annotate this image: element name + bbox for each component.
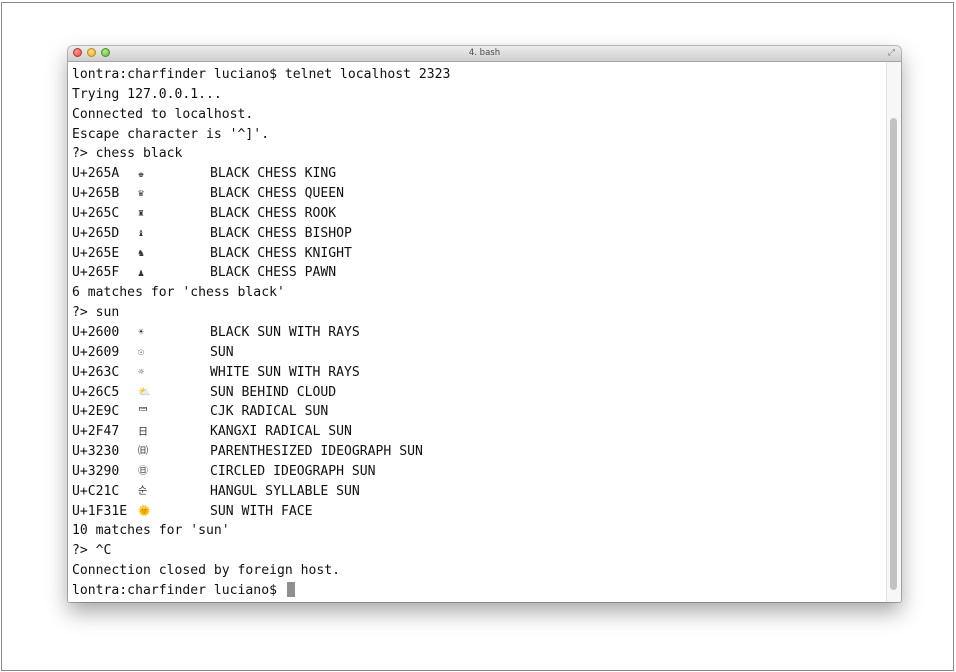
character-name: BLACK CHESS QUEEN <box>210 186 345 202</box>
character-name: PARENTHESIZED IDEOGRAPH SUN <box>210 444 423 460</box>
title-bar[interactable]: 4. bash ⤢ <box>68 46 901 62</box>
character-glyph: 순 <box>138 486 148 498</box>
codepoint: U+3230 <box>72 444 120 460</box>
character-name: SUN WITH FACE <box>210 503 313 519</box>
character-name: BLACK CHESS ROOK <box>210 205 337 221</box>
result-row: U+263C ☼ WHITE SUN WITH RAYS <box>72 363 887 383</box>
result-row: U+26C5 ⛅ SUN BEHIND CLOUD <box>72 383 887 403</box>
terminal-line: 6 matches for 'chess black' <box>72 285 285 301</box>
codepoint: U+C21C <box>72 483 120 499</box>
codepoint: U+2609 <box>72 344 120 360</box>
codepoint: U+263C <box>72 364 120 380</box>
character-name: HANGUL SYLLABLE SUN <box>210 483 360 499</box>
terminal-line: ?> chess black <box>72 146 183 162</box>
terminal-window: 4. bash ⤢ lontra:charfinder luciano$ tel… <box>68 46 901 602</box>
character-glyph: ♜ <box>138 208 145 220</box>
page-frame: 4. bash ⤢ lontra:charfinder luciano$ tel… <box>1 2 954 671</box>
codepoint: U+2600 <box>72 324 120 340</box>
codepoint: U+265E <box>72 245 120 261</box>
terminal-line: Connection closed by foreign host. <box>72 563 341 579</box>
result-row: U+2F47 ⽇ KANGXI RADICAL SUN <box>72 422 887 442</box>
character-glyph: ⺜ <box>138 406 148 418</box>
character-glyph: ♞ <box>138 248 145 260</box>
character-name: BLACK CHESS PAWN <box>210 265 337 281</box>
codepoint: U+265B <box>72 186 120 202</box>
vertical-scrollbar[interactable] <box>886 62 901 602</box>
result-row: U+265F ♟ BLACK CHESS PAWN <box>72 263 887 283</box>
codepoint: U+265F <box>72 265 120 281</box>
result-row: U+3290 ㊐ CIRCLED IDEOGRAPH SUN <box>72 462 887 482</box>
character-glyph: ♝ <box>138 228 145 240</box>
result-row: U+1F31E 🌞 SUN WITH FACE <box>72 502 887 522</box>
shell-prompt-line: lontra:charfinder luciano$ <box>72 581 887 601</box>
result-row: U+2609 ☉ SUN <box>72 343 887 363</box>
terminal-output[interactable]: lontra:charfinder luciano$ telnet localh… <box>68 62 887 602</box>
character-glyph: ♟ <box>138 267 145 279</box>
character-glyph: ⽇ <box>138 426 148 438</box>
character-glyph: ⛅ <box>138 386 151 398</box>
result-row: U+3230 ㈰ PARENTHESIZED IDEOGRAPH SUN <box>72 442 887 462</box>
character-glyph: ☀ <box>138 327 145 339</box>
character-name: SUN BEHIND CLOUD <box>210 384 337 400</box>
result-row: U+C21C 순 HANGUL SYLLABLE SUN <box>72 482 887 502</box>
character-name: WHITE SUN WITH RAYS <box>210 364 360 380</box>
character-glyph: ☉ <box>138 347 145 359</box>
codepoint: U+265C <box>72 205 120 221</box>
character-name: BLACK SUN WITH RAYS <box>210 324 360 340</box>
result-row: U+2600 ☀ BLACK SUN WITH RAYS <box>72 323 887 343</box>
terminal-line: lontra:charfinder luciano$ telnet localh… <box>72 67 451 82</box>
terminal-line: ?> sun <box>72 305 120 321</box>
text-cursor <box>286 581 295 597</box>
terminal-line: Trying 127.0.0.1... <box>72 86 222 102</box>
window-title: 4. bash <box>468 48 501 58</box>
codepoint: U+2F47 <box>72 424 120 440</box>
codepoint: U+265A <box>72 166 120 182</box>
terminal-line: Connected to localhost. <box>72 106 254 122</box>
scrollbar-thumb[interactable] <box>890 118 897 590</box>
character-glyph: 🌞 <box>138 505 151 517</box>
codepoint: U+2E9C <box>72 404 120 420</box>
shell-prompt: lontra:charfinder luciano$ <box>72 582 285 598</box>
terminal-line: 10 matches for 'sun' <box>72 523 230 539</box>
character-name: BLACK CHESS KING <box>210 166 337 182</box>
codepoint: U+3290 <box>72 463 120 479</box>
codepoint: U+26C5 <box>72 384 120 400</box>
character-glyph: ㈰ <box>138 446 148 458</box>
result-row: U+265D ♝ BLACK CHESS BISHOP <box>72 224 887 244</box>
character-name: BLACK CHESS BISHOP <box>210 225 352 241</box>
character-glyph: ☼ <box>138 367 145 379</box>
character-name: CIRCLED IDEOGRAPH SUN <box>210 463 376 479</box>
terminal-line: ?> ^C <box>72 543 112 559</box>
codepoint: U+265D <box>72 225 120 241</box>
result-row: U+265A ♚ BLACK CHESS KING <box>72 164 887 184</box>
character-name: BLACK CHESS KNIGHT <box>210 245 352 261</box>
character-name: CJK RADICAL SUN <box>210 404 329 420</box>
result-row: U+265E ♞ BLACK CHESS KNIGHT <box>72 244 887 264</box>
codepoint: U+1F31E <box>72 503 128 519</box>
character-name: KANGXI RADICAL SUN <box>210 424 352 440</box>
character-glyph: ♛ <box>138 188 145 200</box>
character-name: SUN <box>210 344 234 360</box>
result-row: U+265C ♜ BLACK CHESS ROOK <box>72 204 887 224</box>
result-row: U+265B ♛ BLACK CHESS QUEEN <box>72 184 887 204</box>
result-row: U+2E9C ⺜ CJK RADICAL SUN <box>72 402 887 422</box>
terminal-line: Escape character is '^]'. <box>72 126 270 142</box>
character-glyph: ㊐ <box>138 466 148 478</box>
fullscreen-icon[interactable]: ⤢ <box>888 48 895 59</box>
character-glyph: ♚ <box>138 168 145 180</box>
